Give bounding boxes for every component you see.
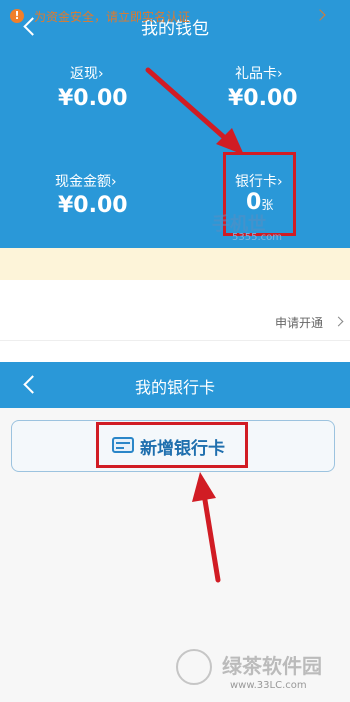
notice-text: 为资金安全，请立即实名认证 [34, 10, 191, 24]
chevron-right-icon: › [98, 66, 104, 82]
watermark-logo [176, 649, 212, 685]
cash-link[interactable]: 现金金额› [55, 171, 117, 191]
watermark-domain-bottom: www.33LC.com [230, 680, 307, 691]
red-pointer-arrow-bottom [192, 472, 221, 583]
chevron-right-icon [333, 316, 344, 327]
watermark-domain-top: 5355.com [232, 232, 282, 243]
cashback-label: 返现 [70, 66, 98, 82]
watermark-brand: 绿茶软件园 [222, 654, 322, 678]
chevron-right-icon: › [277, 66, 283, 82]
add-card-highlight-box [96, 422, 248, 468]
cash-label: 现金金额 [55, 174, 111, 190]
apply-link[interactable]: 申请开通 [275, 314, 323, 331]
exclamation-icon: ! [10, 9, 24, 23]
cash-value: ¥0.00 [58, 193, 128, 218]
section-divider [0, 340, 350, 341]
red-pointer-arrow-top [145, 67, 244, 155]
cashback-value: ¥0.00 [58, 86, 128, 111]
verification-notice-bar[interactable] [0, 248, 350, 280]
chevron-right-icon: › [111, 174, 117, 190]
cashback-link[interactable]: 返现› [70, 63, 104, 83]
bank-page-title: 我的银行卡 [134, 378, 215, 397]
